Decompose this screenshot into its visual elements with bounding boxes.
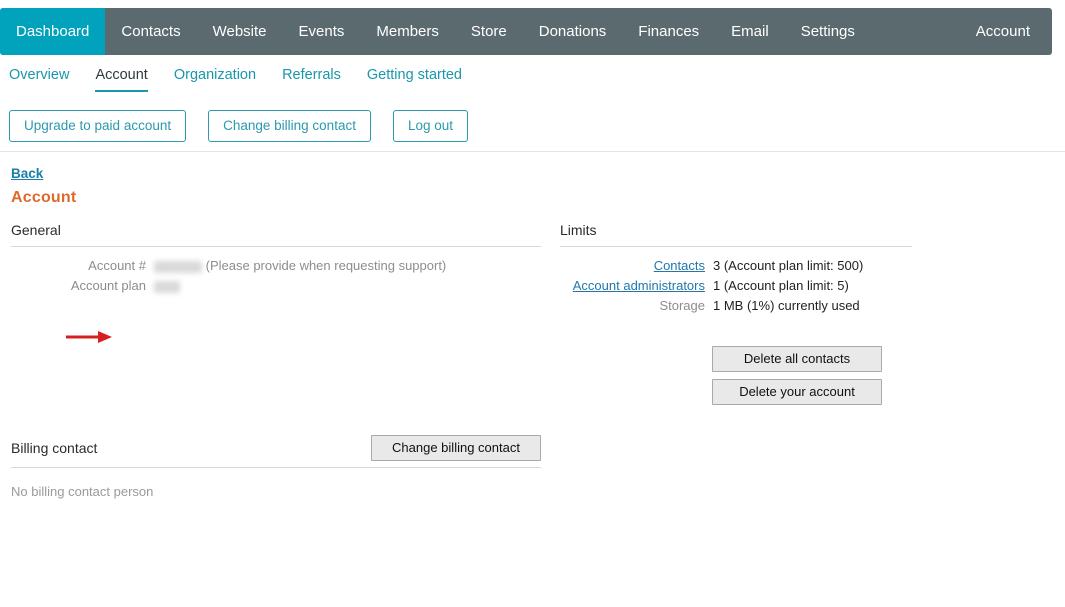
- billing-section-heading: Billing contact: [11, 440, 98, 456]
- topnav-item-members[interactable]: Members: [360, 8, 455, 55]
- secondary-navigation: Overview Account Organization Referrals …: [0, 66, 1065, 98]
- change-billing-contact-header-button[interactable]: Change billing contact: [208, 110, 371, 142]
- general-panel: General Account # (Please provide when r…: [11, 222, 541, 343]
- contacts-link[interactable]: Contacts: [654, 258, 705, 273]
- topnav-item-contacts[interactable]: Contacts: [105, 8, 196, 55]
- primary-navigation: Dashboard Contacts Website Events Member…: [0, 8, 1052, 55]
- limits-storage-label: Storage: [659, 298, 705, 313]
- account-administrators-link[interactable]: Account administrators: [573, 278, 705, 293]
- page-title: Account: [11, 189, 77, 206]
- topnav-item-events[interactable]: Events: [283, 8, 361, 55]
- subnav-item-account[interactable]: Account: [95, 66, 148, 92]
- back-link[interactable]: Back: [11, 166, 43, 181]
- table-row: Account plan: [11, 278, 446, 298]
- general-section-rule: [11, 246, 541, 247]
- topnav-item-email[interactable]: Email: [715, 8, 785, 55]
- limits-contacts-label: Contacts: [560, 258, 713, 278]
- topnav-item-website[interactable]: Website: [197, 8, 283, 55]
- subnav-item-referrals[interactable]: Referrals: [282, 66, 341, 90]
- account-plan-value: [154, 278, 446, 298]
- redacted-account-plan: [154, 280, 180, 293]
- billing-heading-row: Billing contact Change billing contact: [11, 435, 541, 467]
- table-row: Storage 1 MB (1%) currently used: [560, 298, 863, 318]
- topnav-right-group: Account: [960, 8, 1052, 55]
- limits-panel: Limits Contacts 3 (Account plan limit: 5…: [560, 222, 912, 405]
- redacted-account-number: [154, 260, 202, 273]
- billing-section-rule: [11, 467, 541, 468]
- limits-storage-value: 1 MB (1%) currently used: [713, 298, 860, 313]
- limits-field-table: Contacts 3 (Account plan limit: 500) Acc…: [560, 258, 864, 318]
- limits-section-rule: [560, 246, 912, 247]
- subnav-item-getting-started[interactable]: Getting started: [367, 66, 462, 90]
- general-field-table: Account # (Please provide when requestin…: [11, 258, 446, 298]
- table-row: Contacts 3 (Account plan limit: 500): [560, 258, 864, 278]
- subnav-item-organization[interactable]: Organization: [174, 66, 256, 90]
- log-out-button[interactable]: Log out: [392, 110, 468, 142]
- change-billing-contact-button[interactable]: Change billing contact: [371, 435, 541, 461]
- limits-danger-button-group: Delete all contacts Delete your account: [712, 346, 882, 405]
- limits-administrators-label: Account administrators: [560, 278, 713, 298]
- billing-contact-panel: Billing contact Change billing contact N…: [11, 435, 541, 499]
- account-number-hint: (Please provide when requesting support): [205, 258, 447, 273]
- topnav-item-finances[interactable]: Finances: [622, 8, 715, 55]
- topnav-spacer: [871, 8, 960, 55]
- topnav-item-donations[interactable]: Donations: [523, 8, 623, 55]
- delete-your-account-button[interactable]: Delete your account: [712, 379, 882, 405]
- page-body: Back Account General Account # (Please p…: [0, 152, 1065, 607]
- header-action-row: Upgrade to paid account Change billing c…: [9, 110, 468, 142]
- table-row: Account # (Please provide when requestin…: [11, 258, 446, 278]
- topnav-item-dashboard[interactable]: Dashboard: [0, 8, 106, 55]
- limits-section-heading: Limits: [560, 222, 597, 238]
- account-number-value: (Please provide when requesting support): [154, 258, 446, 278]
- table-row: Account administrators 1 (Account plan l…: [560, 278, 863, 298]
- billing-empty-note: No billing contact person: [11, 484, 154, 499]
- topnav-item-account[interactable]: Account: [960, 8, 1046, 55]
- upgrade-to-paid-account-button[interactable]: Upgrade to paid account: [9, 110, 187, 142]
- account-plan-label: Account plan: [70, 278, 146, 293]
- topnav-item-store[interactable]: Store: [455, 8, 523, 55]
- limits-administrators-value: 1 (Account plan limit: 5): [713, 278, 849, 293]
- limits-contacts-value: 3 (Account plan limit: 500): [713, 258, 864, 273]
- general-section-heading: General: [11, 222, 61, 238]
- delete-all-contacts-button[interactable]: Delete all contacts: [712, 346, 882, 372]
- topnav-item-settings[interactable]: Settings: [785, 8, 871, 55]
- account-number-label: Account #: [88, 258, 146, 273]
- subnav-item-overview[interactable]: Overview: [9, 66, 69, 90]
- red-arrow-annotation: [66, 331, 112, 343]
